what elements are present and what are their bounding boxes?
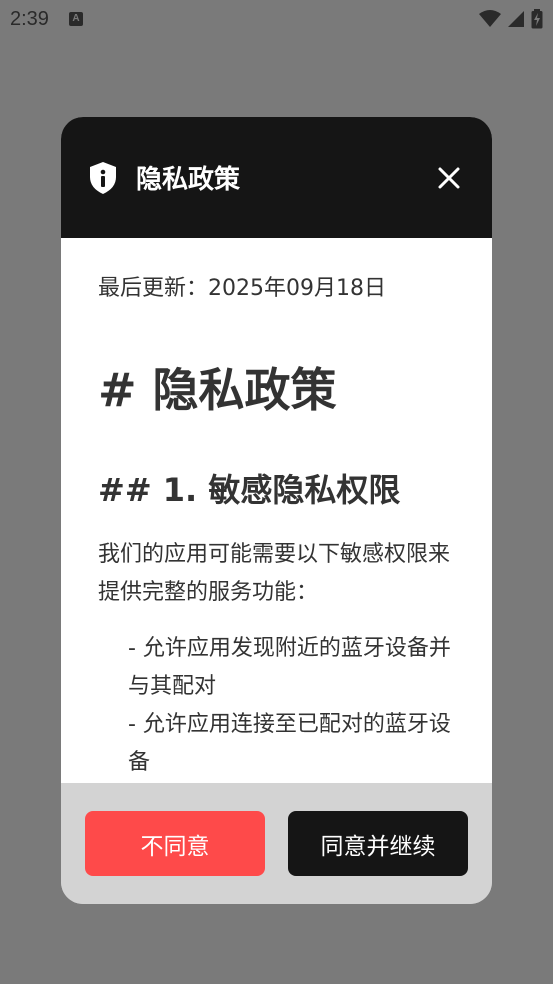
signal-icon: [508, 11, 524, 27]
last-updated-text: 最后更新：2025年09月18日: [98, 276, 386, 301]
dialog-footer: 不同意 同意并继续: [61, 783, 492, 904]
agree-continue-button[interactable]: 同意并继续: [288, 811, 468, 876]
policy-content[interactable]: 最后更新：2025年09月18日 # 隐私政策 ## 1. 敏感隐私权限 我们的…: [61, 238, 492, 783]
permission-list: - 允许应用发现附近的蓝牙设备并与其配对 - 允许应用连接至已配对的蓝牙设备: [98, 630, 455, 782]
list-item: - 允许应用连接至已配对的蓝牙设备: [128, 712, 451, 775]
shield-info-icon: [90, 161, 116, 194]
close-icon: [438, 167, 460, 188]
privacy-policy-dialog: 隐私政策 最后更新：2025年09月18日 # 隐私政策 ## 1. 敏感隐私权…: [61, 117, 492, 904]
dialog-title: 隐私政策: [136, 165, 241, 195]
notification-a-icon: A: [68, 12, 83, 26]
policy-heading-1: # 隐私政策: [98, 363, 337, 417]
status-time: 2:39: [10, 7, 49, 30]
battery-icon: [531, 9, 543, 29]
list-item: - 允许应用发现附近的蓝牙设备并与其配对: [128, 636, 451, 699]
status-icons: [479, 9, 543, 29]
dialog-header: 隐私政策: [61, 117, 492, 238]
close-button[interactable]: [427, 156, 471, 200]
wifi-icon: [479, 10, 501, 27]
disagree-button[interactable]: 不同意: [85, 811, 265, 876]
policy-heading-2: ## 1. 敏感隐私权限: [98, 471, 401, 509]
status-bar: 2:39 A: [0, 0, 553, 38]
policy-paragraph: 我们的应用可能需要以下敏感权限来提供完整的服务功能：: [98, 542, 451, 605]
